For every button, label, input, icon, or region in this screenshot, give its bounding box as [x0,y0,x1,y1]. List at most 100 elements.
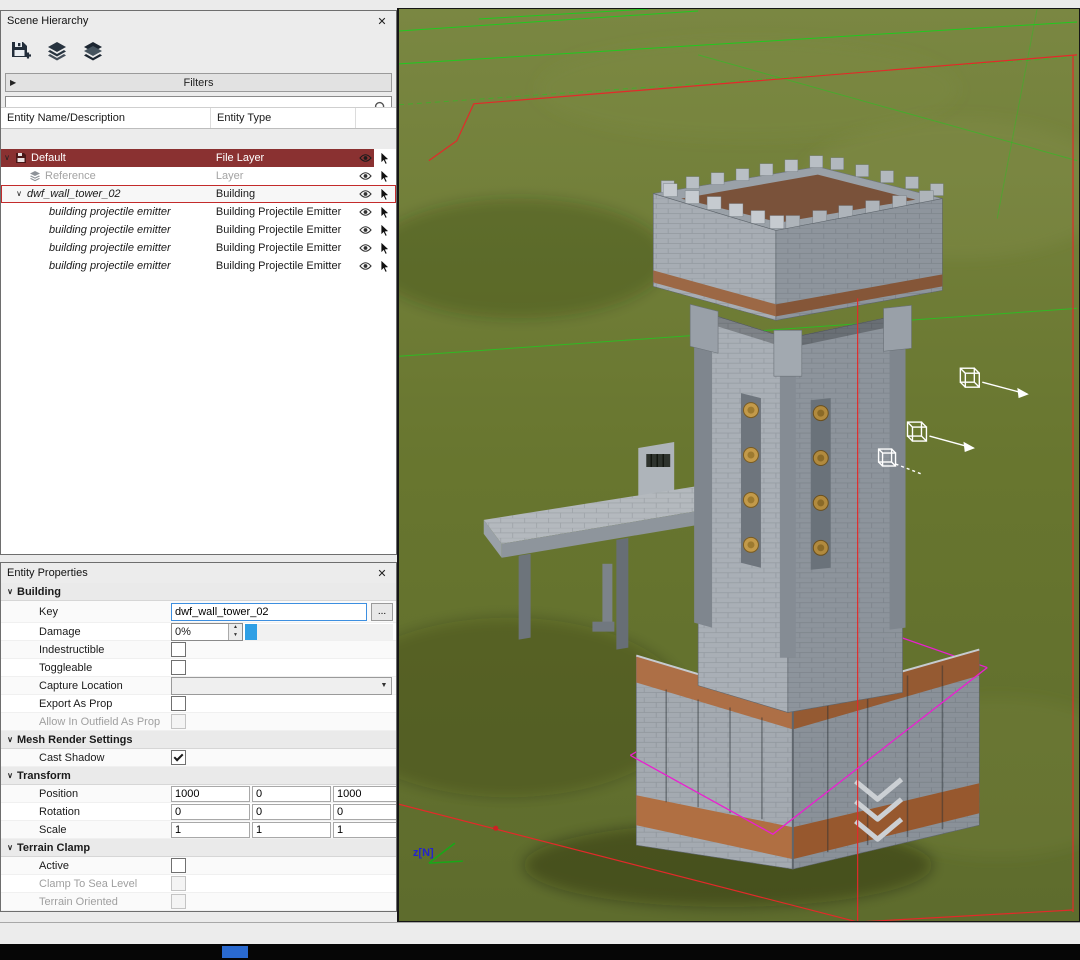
close-icon[interactable]: ✕ [374,15,390,28]
filters-expander-icon[interactable]: ▶ [10,78,16,87]
3d-viewport[interactable]: z[N] [397,8,1080,922]
remove-layer-icon[interactable] [81,39,105,63]
visibility-eye-icon[interactable] [356,149,375,167]
tree-column-headers[interactable]: Entity Name/Description Entity Type [1,107,396,129]
visibility-eye-icon[interactable] [356,167,374,185]
visibility-eye-icon[interactable] [356,185,374,203]
position-x-field[interactable] [171,785,250,802]
section-label: Terrain Clamp [17,841,91,854]
select-cursor-icon[interactable] [374,239,396,257]
rotation-y-field[interactable] [252,803,331,820]
select-cursor-icon[interactable] [374,221,396,239]
row-type: Building Projectile Emitter [215,224,342,236]
key-input[interactable] [171,602,367,621]
visibility-eye-icon[interactable] [356,203,374,221]
clamp-sea-level-checkbox [171,876,186,891]
damage-slider[interactable] [245,623,393,640]
tree-row-dwf-wall-tower[interactable]: ∨ dwf_wall_tower_02 Building [1,185,396,203]
more-button[interactable]: ... [371,602,393,621]
rotation-x-field[interactable] [171,803,250,820]
property-label: Allow In Outfield As Prop [39,715,161,728]
row-type: Building Projectile Emitter [215,206,342,218]
indestructible-checkbox[interactable] [171,642,186,657]
property-label: Capture Location [39,679,123,692]
chevron-down-icon[interactable]: ∨ [13,190,25,198]
row-name: building projectile emitter [49,260,171,272]
select-cursor-icon[interactable] [374,185,396,203]
spin-down-icon[interactable]: ▼ [229,632,242,640]
panel-title: Entity Properties [7,567,88,579]
export-as-prop-checkbox[interactable] [171,696,186,711]
property-label: Cast Shadow [39,751,105,764]
rotation-z-field[interactable] [333,803,396,820]
tree-row-projectile-emitter[interactable]: building projectile emitter Building Pro… [1,239,396,257]
select-cursor-icon[interactable] [374,257,396,275]
slider-thumb[interactable] [245,623,257,640]
capture-location-dropdown[interactable]: ▼ [171,676,392,695]
section-transform[interactable]: ∨ Transform [1,767,396,785]
tree-row-projectile-emitter[interactable]: building projectile emitter Building Pro… [1,257,396,275]
scale-z-field[interactable] [333,821,396,838]
select-cursor-icon[interactable] [374,203,396,221]
cast-shadow-checkbox[interactable] [171,750,186,765]
position-z-field[interactable] [333,785,396,802]
property-row-indestructible: Indestructible [1,641,396,659]
property-row-clamp-sea-level: Clamp To Sea Level [1,875,396,893]
tower-shaft [689,304,912,713]
column-header-name[interactable]: Entity Name/Description [1,108,211,128]
terrain-active-checkbox[interactable] [171,858,186,873]
row-type: Building Projectile Emitter [215,260,342,272]
axis-label: z[N] [413,847,434,859]
spin-up-icon[interactable]: ▲ [229,624,242,632]
scale-x-field[interactable] [171,821,250,838]
select-cursor-icon[interactable] [374,149,396,167]
tree-row-projectile-emitter[interactable]: building projectile emitter Building Pro… [1,203,396,221]
damage-spinner[interactable]: 0% ▲ ▼ [171,622,243,641]
property-label: Position [39,787,79,800]
property-label: Key [39,605,58,618]
hierarchy-toolbar [1,31,396,71]
scene-hierarchy-panel: Scene Hierarchy ✕ ▶ Filters Entity Name/… [0,10,397,555]
entity-properties-titlebar[interactable]: Entity Properties ✕ [1,563,396,584]
section-terrain-clamp[interactable]: ∨ Terrain Clamp [1,839,396,857]
damage-value: 0% [175,625,191,638]
property-row-key: Key ... [1,601,396,623]
chevron-down-icon[interactable]: ∨ [1,154,13,162]
section-building[interactable]: ∨ Building [1,583,396,601]
chevron-down-icon[interactable]: ∨ [3,735,17,744]
property-row-capture-location: Capture Location ▼ [1,676,396,695]
tree-row-reference[interactable]: Reference Layer [1,167,396,185]
close-icon[interactable]: ✕ [374,567,390,580]
row-type: File Layer [209,149,357,167]
column-header-type[interactable]: Entity Type [211,108,356,128]
scale-y-field[interactable] [252,821,331,838]
taskbar-item[interactable] [222,946,248,958]
filters-label: Filters [183,76,214,89]
row-type: Layer [215,170,244,182]
section-mesh-render-settings[interactable]: ∨ Mesh Render Settings [1,731,396,749]
property-label: Active [39,859,69,872]
tree-row-projectile-emitter[interactable]: building projectile emitter Building Pro… [1,221,396,239]
chevron-down-icon[interactable]: ∨ [3,587,17,596]
visibility-eye-icon[interactable] [356,257,374,275]
chevron-down-icon[interactable]: ∨ [3,771,17,780]
row-name: Default [31,152,66,164]
chevron-down-icon[interactable]: ∨ [3,843,17,852]
tree-row-default[interactable]: ∨ Default File Layer [1,149,396,167]
visibility-eye-icon[interactable] [356,239,374,257]
file-layer-icon [13,152,29,164]
property-row-rotation: Rotation [1,803,396,821]
hierarchy-tree: ∨ Default File Layer Reference Layer ∨ d… [1,149,396,554]
visibility-eye-icon[interactable] [356,221,374,239]
taskbar[interactable] [0,944,1080,960]
toggleable-checkbox[interactable] [171,660,186,675]
position-y-field[interactable] [252,785,331,802]
property-label: Toggleable [39,661,93,674]
select-cursor-icon[interactable] [374,167,396,185]
add-layer-icon[interactable] [45,39,69,63]
filters-bar[interactable]: ▶ Filters [5,73,392,92]
new-file-layer-icon[interactable] [9,39,33,63]
property-row-terrain-oriented: Terrain Oriented [1,893,396,911]
scene-hierarchy-titlebar[interactable]: Scene Hierarchy ✕ [1,11,396,32]
row-type: Building [215,188,256,200]
